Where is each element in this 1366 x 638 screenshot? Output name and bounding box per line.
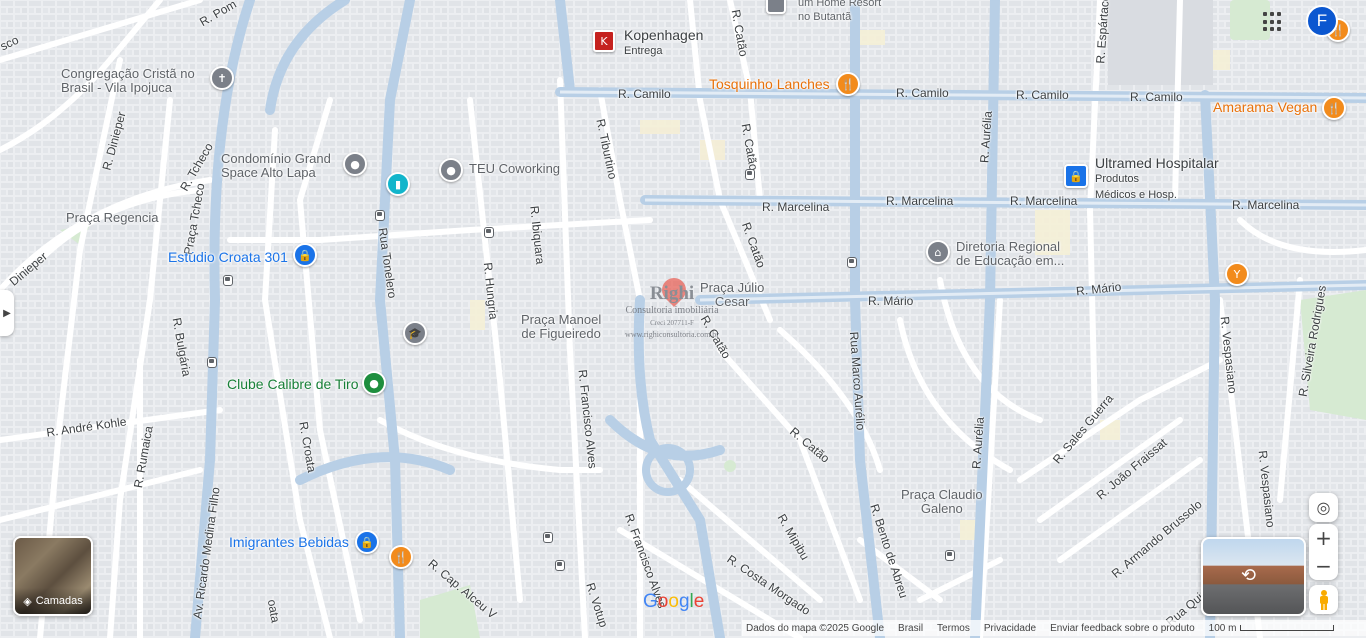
bus-stop-icon[interactable]	[207, 357, 217, 368]
church-icon[interactable]: ✝	[210, 66, 234, 90]
pegman-icon	[1319, 589, 1328, 610]
place-home-resort[interactable]: um Home Resort no Butantã	[798, 0, 881, 24]
bus-stop-icon[interactable]	[223, 275, 233, 286]
zoom-controls: + −	[1309, 524, 1338, 580]
bus-stop-icon[interactable]	[543, 532, 553, 543]
hotel-icon[interactable]	[766, 0, 786, 14]
bus-stop-icon[interactable]	[745, 169, 755, 180]
street-label: R. Marcelina	[1010, 194, 1078, 208]
place-marker-icon[interactable]: ●	[362, 371, 386, 395]
place-praca-regencia[interactable]: Praça Regencia	[66, 211, 159, 225]
terms-link[interactable]: Termos	[937, 623, 970, 634]
chevron-right-icon: ▶	[3, 307, 11, 319]
place-sub: no Butantã	[798, 11, 852, 23]
place-ultramed[interactable]: Ultramed Hospitalar Produtos Médicos e Hos…	[1095, 156, 1219, 202]
street-label: R. Mário	[868, 294, 914, 308]
place-line1: Praça Manoel	[521, 312, 602, 327]
place-praca-claudio[interactable]: Praça Claudio Galeno	[901, 488, 983, 516]
place-kopenhagen[interactable]: Kopenhagen Entrega	[624, 28, 703, 58]
place-line1: Congregação Cristã no	[61, 66, 195, 81]
zoom-out-button[interactable]: −	[1315, 552, 1332, 580]
privacy-link[interactable]: Privacidade	[984, 623, 1036, 634]
place-sub: Médicos e Hosp.	[1095, 189, 1177, 201]
place-clube[interactable]: Clube Calibre de Tiro	[227, 377, 359, 391]
map-data-credit: Dados do mapa ©2025 Google	[746, 622, 885, 634]
place-sub: Entrega	[624, 45, 663, 57]
street-label: R. Camilo	[1016, 88, 1069, 102]
scale-bar	[1240, 625, 1335, 631]
government-icon[interactable]: ⌂	[926, 240, 950, 264]
street-label: R. Camilo	[1130, 90, 1183, 104]
logo-watermark: Righi Consultoria imobiliária Creci 2077…	[612, 273, 732, 339]
map-footer: Dados do mapa ©2025 Google Brasil Termos…	[742, 620, 1366, 636]
zoom-in-button[interactable]: +	[1315, 524, 1332, 552]
scale-label[interactable]: 100 m	[1209, 623, 1237, 634]
apps-grid-icon[interactable]	[1263, 12, 1283, 32]
feedback-link[interactable]: Enviar feedback sobre o produto	[1050, 623, 1195, 634]
place-name: Kopenhagen	[624, 27, 704, 43]
place-marker-icon[interactable]: ●	[439, 158, 463, 182]
rotate-icon: ⟲	[1241, 565, 1257, 586]
street-label: R. Marcelina	[1232, 198, 1300, 212]
place-tosquinho[interactable]: Tosquinho Lanches	[709, 77, 830, 91]
place-name: Ultramed Hospitalar	[1095, 155, 1219, 171]
country-link[interactable]: Brasil	[898, 623, 923, 634]
place-line2: de Educação em...	[956, 253, 1065, 268]
google-logo: Google	[643, 591, 705, 612]
place-teu[interactable]: TEU Coworking	[469, 162, 560, 176]
restaurant-icon[interactable]: 🍴	[836, 72, 860, 96]
place-amarama[interactable]: Amarama Vegan	[1213, 100, 1317, 114]
place-condominio[interactable]: Condomínio Grand Space Alto Lapa	[221, 152, 331, 180]
bus-stop-icon[interactable]	[945, 550, 955, 561]
drink-icon[interactable]: Y	[1225, 262, 1249, 286]
school-icon[interactable]: 🎓	[403, 321, 427, 345]
place-line2: Space Alto Lapa	[221, 165, 316, 180]
place-estudio[interactable]: Estúdio Croata 301	[168, 250, 288, 264]
street-label: R. Marcelina	[886, 194, 954, 208]
place-marker-icon[interactable]: ●	[343, 152, 367, 176]
street-view-preview[interactable]: ⟲	[1201, 537, 1306, 616]
bus-stop-icon[interactable]	[375, 210, 385, 221]
place-imigrantes[interactable]: Imigrantes Bebidas	[229, 535, 349, 549]
place-diretoria[interactable]: Diretoria Regional de Educação em...	[956, 240, 1064, 268]
street-label: R. Camilo	[618, 87, 671, 101]
my-location-button[interactable]: ◎	[1309, 493, 1338, 522]
layers-label: Camadas	[35, 595, 83, 607]
crosshair-icon: ◎	[1316, 498, 1331, 517]
shopping-bag-icon[interactable]: 🔒	[293, 243, 317, 267]
place-line2: Galeno	[920, 501, 963, 516]
store-icon[interactable]: K	[593, 30, 615, 52]
restaurant-icon[interactable]: 🍴	[389, 545, 413, 569]
street-label: R. Marcelina	[762, 200, 830, 214]
place-name: um Home Resort	[798, 0, 882, 9]
place-praca-manoel[interactable]: Praça Manoel de Figueiredo	[521, 313, 601, 341]
pegman-button[interactable]	[1309, 585, 1338, 614]
place-line1: Diretoria Regional	[956, 239, 1061, 254]
layers-icon: ◈	[23, 595, 32, 608]
street-label: R. Camilo	[896, 86, 949, 100]
place-line2: de Figueiredo	[521, 326, 601, 341]
layers-button[interactable]: ◈ Camadas	[13, 536, 93, 616]
expand-side-panel-button[interactable]: ▶	[0, 290, 14, 336]
account-avatar[interactable]: F	[1306, 5, 1338, 37]
place-line1: Praça Claudio	[901, 487, 983, 502]
bus-stop-icon[interactable]	[847, 257, 857, 268]
place-line1: Condomínio Grand	[221, 151, 331, 166]
place-line2: Brasil - Vila Ipojuca	[61, 80, 173, 95]
shopping-bag-icon[interactable]: 🔒	[1064, 164, 1088, 188]
restaurant-icon[interactable]: 🍴	[1322, 96, 1346, 120]
bus-stop-icon[interactable]	[555, 560, 565, 571]
bookmark-icon[interactable]: ▮	[386, 172, 410, 196]
place-sub: Produtos	[1095, 173, 1140, 185]
bus-stop-icon[interactable]	[484, 227, 494, 238]
shopping-bag-icon[interactable]: 🔒	[355, 530, 379, 554]
place-congregacao[interactable]: Congregação Cristã no Brasil - Vila Ipoju…	[61, 67, 195, 95]
